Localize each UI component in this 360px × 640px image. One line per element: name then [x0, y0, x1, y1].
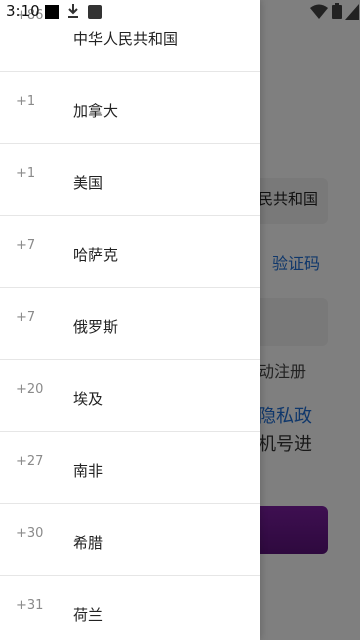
- battery-icon: [332, 3, 342, 19]
- country-item[interactable]: +27 南非: [0, 432, 260, 504]
- country-code-label: +20: [16, 382, 44, 397]
- country-name-label: 南非: [73, 462, 104, 480]
- country-item[interactable]: +1 加拿大: [0, 72, 260, 144]
- wifi-icon: [310, 4, 328, 19]
- country-name-label: 埃及: [73, 390, 104, 408]
- country-item[interactable]: +7 哈萨克: [0, 216, 260, 288]
- notification-square-icon: [45, 5, 59, 19]
- country-code-label: +31: [16, 598, 44, 613]
- country-item[interactable]: +20 埃及: [0, 360, 260, 432]
- country-code-label: +30: [16, 526, 44, 541]
- country-code-label: +27: [16, 454, 44, 469]
- country-item[interactable]: +1 美国: [0, 144, 260, 216]
- country-item[interactable]: +31 荷兰: [0, 576, 260, 640]
- status-bar: 3:10: [0, 0, 360, 24]
- country-name-label: 哈萨克: [73, 246, 119, 264]
- a-icon: [88, 5, 102, 19]
- country-code-label: +1: [16, 166, 36, 181]
- country-item[interactable]: +30 希腊: [0, 504, 260, 576]
- country-code-label: +7: [16, 238, 36, 253]
- country-name-label: 荷兰: [73, 606, 104, 624]
- country-name-label: 加拿大: [73, 102, 119, 120]
- country-name-label: 希腊: [73, 534, 104, 552]
- country-code-label: +1: [16, 94, 36, 109]
- signal-icon: [345, 4, 359, 20]
- country-name-label: 美国: [73, 174, 104, 192]
- download-icon: [68, 4, 78, 18]
- country-name-label: 俄罗斯: [73, 318, 119, 336]
- country-name-label: 中华人民共和国: [73, 30, 179, 48]
- status-time: 3:10: [6, 2, 40, 20]
- country-code-drawer: +86 中华人民共和国 +1 加拿大 +1 美国 +7 哈萨克 +7 俄罗斯 +20 埃及 +27 南非 +…: [0, 0, 260, 640]
- country-item[interactable]: +7 俄罗斯: [0, 288, 260, 360]
- country-code-label: +7: [16, 310, 36, 325]
